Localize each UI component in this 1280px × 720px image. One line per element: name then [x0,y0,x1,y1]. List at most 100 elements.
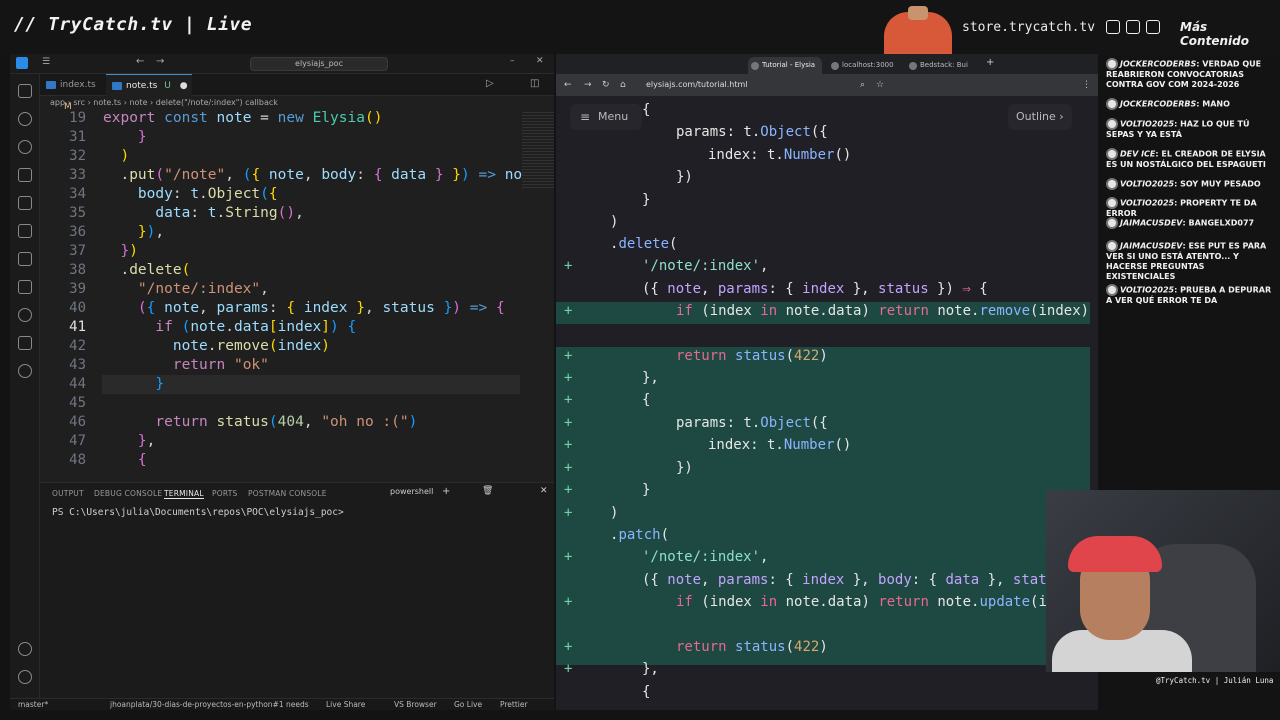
stream-brand: // TryCatch.tv | Live [14,14,253,35]
chat-username: JOCKERCODERBS [1120,99,1197,109]
code-line: { [642,392,651,408]
outline-button[interactable]: Outline › [1008,104,1072,130]
line-number: 43 [69,357,86,373]
forward-arrow-icon[interactable]: → [156,56,164,67]
menu-button[interactable]: Menu [570,104,642,130]
diff-plus-icon: + [564,594,573,610]
minimize-icon[interactable]: – [510,56,515,66]
code-line: '/note/:index', [642,549,769,565]
new-terminal-icon[interactable]: + [442,486,450,497]
trash-icon[interactable]: 🗑 [482,486,493,496]
terminal-shell-selector[interactable]: powershell [390,487,433,496]
code-line: ({ note, params: { index }, body: { data… [642,572,1056,588]
browser-tab-bedstack[interactable]: Bedstack: Bui [906,57,968,74]
url-input[interactable]: elysiajs.com/tutorial.html [636,78,864,92]
pr-status[interactable]: jhoanplata/30-dias-de-proyectos-en-pytho… [110,699,310,711]
forward-icon[interactable]: → [584,80,594,90]
streamer-handle: @TryCatch.tv | Julián Luna [1152,674,1280,688]
line-number: 45 [69,395,86,411]
tab-postman-console[interactable]: POSTMAN CONSOLE [248,489,327,498]
tab-note-ts[interactable]: note.ts U ● [106,74,192,96]
line-number: 36 [69,224,86,240]
close-window-icon[interactable]: ✕ [536,56,544,66]
database-icon[interactable] [18,252,32,266]
account-icon[interactable] [18,642,32,656]
line-number: 38 [69,262,86,278]
code-line: } [137,129,147,145]
back-arrow-icon[interactable]: ← [136,56,144,67]
favicon-icon [831,62,839,70]
reload-icon[interactable]: ↻ [602,80,612,90]
new-tab-icon[interactable]: + [986,57,994,68]
code-editor[interactable]: 19 31 32 33 34 35 36 37 38 39 40 41 42 4… [40,110,554,482]
docker-icon[interactable] [18,336,32,350]
unsaved-dot-icon[interactable]: ● [180,81,188,91]
git-icon[interactable] [18,168,32,182]
code-line: }) [676,169,693,185]
code-line: }) [676,460,693,476]
tab-ports[interactable]: PORTS [212,489,237,498]
browser-tab-localhost[interactable]: localhost:3000 [828,57,894,74]
vscode-titlebar: ☰ ← → elysiajs_poc – ✕ [10,54,554,74]
user-badge-icon [1106,148,1118,160]
zoom-icon[interactable]: ⌕ [860,80,870,90]
explorer-icon[interactable] [18,84,32,98]
user-badge-icon [1106,197,1118,209]
breadcrumb[interactable]: app › src › note.ts › note › delete("/no… [50,96,278,110]
code-line: params: t.Object({ [676,415,828,431]
code-line: export const note = new Elysia() [103,110,383,126]
postman-icon[interactable] [18,308,32,322]
browser-tab-tutorial[interactable]: Tutorial - Elysia [748,57,822,74]
split-editor-icon[interactable]: ◫ [530,78,539,89]
tab-debug-console[interactable]: DEBUG CONSOLE [94,489,162,498]
diff-plus-icon: + [564,392,573,408]
diff-plus-icon: + [564,415,573,431]
command-search-input[interactable]: elysiajs_poc [250,57,388,71]
bookmark-star-icon[interactable]: ☆ [876,80,886,90]
chat-message: VOLTIO2025: HAZ LO QUE TÚ SEPAS Y YA EST… [1106,118,1250,139]
code-line: ) [610,505,619,521]
vs-browser-button[interactable]: VS Browser [394,699,437,711]
diff-plus-icon: + [564,460,573,476]
code-line: } [642,482,651,498]
close-panel-icon[interactable]: ✕ [540,486,548,496]
gear-icon[interactable] [18,670,32,684]
source-control-icon[interactable] [18,112,32,126]
minimap[interactable] [522,110,554,190]
user-badge-icon [1106,58,1118,70]
tab-index-ts[interactable]: index.ts M [40,74,104,112]
code-line: }, [137,433,156,449]
run-icon[interactable]: ▷ [486,78,494,89]
code-line: } [155,376,165,392]
tab-output[interactable]: OUTPUT [52,489,84,498]
diff-plus-icon: + [564,482,573,498]
tab-label: index.ts [60,80,96,90]
remote-explorer-icon[interactable] [18,280,32,294]
bottom-panel: OUTPUT DEBUG CONSOLE TERMINAL PORTS POST… [40,482,554,698]
extensions-icon[interactable] [18,224,32,238]
code-line: index: t.Number() [708,147,852,163]
python-icon[interactable] [18,364,32,378]
tab-terminal[interactable]: TERMINAL [164,489,204,499]
chat-text: BANGELXD077 [1188,218,1255,228]
chat-message: JAIMACUSDEV: ESE PUT ES PARA VER SI UNO … [1106,240,1267,281]
branch-status[interactable]: master* [18,699,48,711]
menu-icon[interactable]: ☰ [42,57,50,67]
chat-text: SOY MUY PESADO [1180,179,1261,189]
tutorial-page[interactable]: Menu Outline › { params: t.Object({ inde… [556,96,1098,710]
line-number: 40 [69,300,86,316]
browser-menu-icon[interactable]: ⋮ [1082,80,1092,90]
line-number: 47 [69,433,86,449]
diff-plus-icon: + [564,639,573,655]
browser-tab-label: localhost:3000 [842,61,894,69]
go-live-button[interactable]: Go Live [454,699,482,711]
back-icon[interactable]: ← [564,80,574,90]
terminal-prompt[interactable]: PS C:\Users\julia\Documents\repos\POC\el… [52,507,344,518]
run-debug-icon[interactable] [18,196,32,210]
live-share-button[interactable]: Live Share [326,699,365,711]
home-icon[interactable]: ⌂ [620,80,630,90]
code-line: } [642,192,651,208]
prettier-status[interactable]: Prettier [500,699,528,711]
search-icon[interactable] [18,140,32,154]
chat-username: DEV ICE [1120,149,1156,159]
